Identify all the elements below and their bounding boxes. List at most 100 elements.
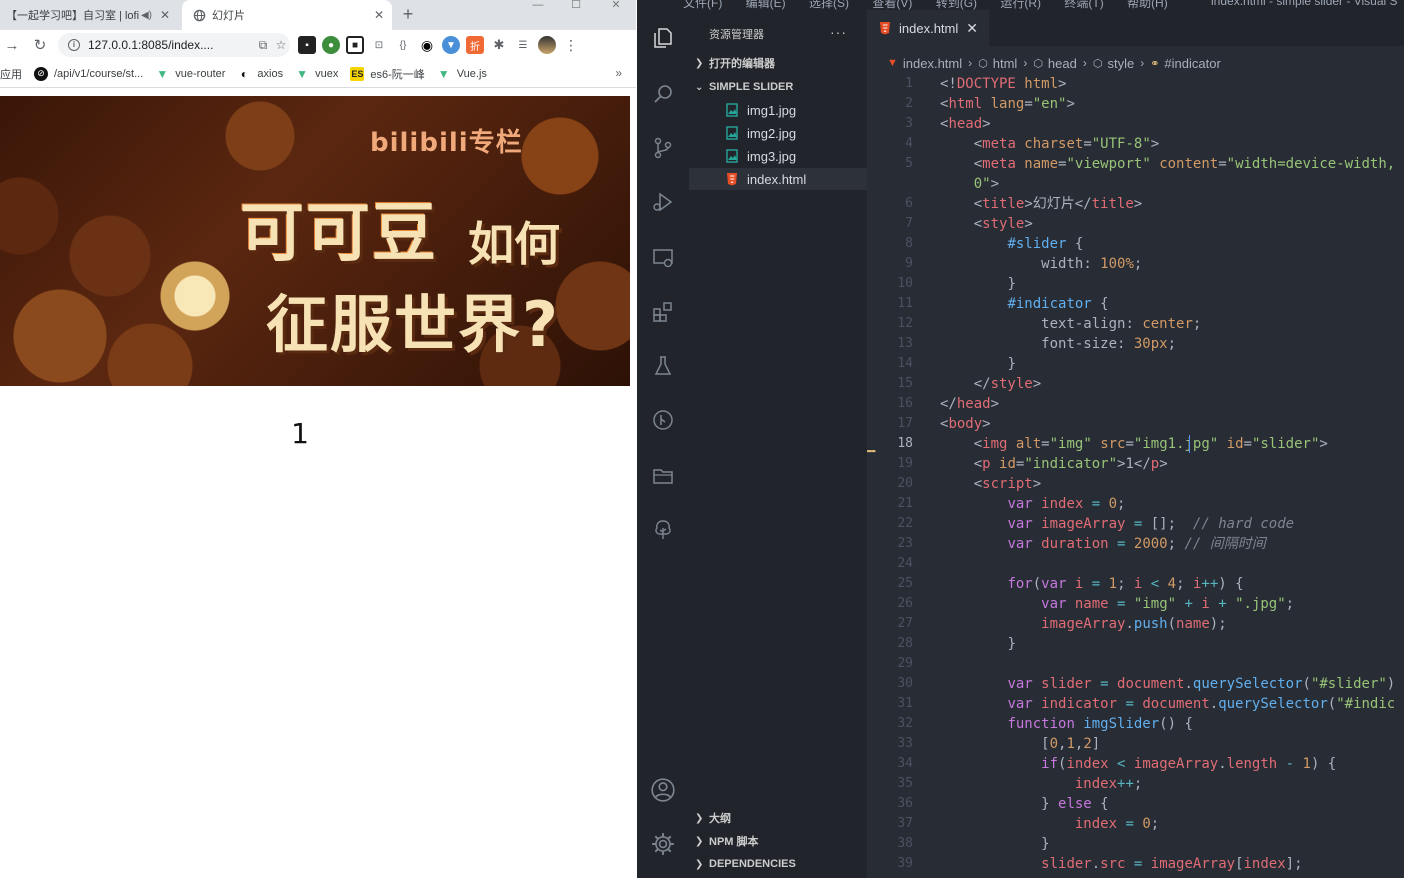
extension-globe-icon[interactable]: ● (322, 36, 340, 54)
code-line[interactable]: 8 #slider { (867, 234, 1404, 254)
code-line[interactable]: 4 <meta charset="UTF-8"> (867, 134, 1404, 154)
reload-icon[interactable]: ↻ (28, 33, 52, 57)
code-line[interactable]: 20 <script> (867, 474, 1404, 494)
code-line[interactable]: 29 (867, 654, 1404, 674)
code-line[interactable]: 39 slider.src = imageArray[index]; (867, 854, 1404, 874)
code-line[interactable]: 2 <html lang="en"> (867, 94, 1404, 114)
window-close-icon[interactable]: ✕ (598, 0, 634, 14)
code-line[interactable]: 28 } (867, 634, 1404, 654)
code-line[interactable]: 3 <head> (867, 114, 1404, 134)
code-line[interactable]: 17 <body> (867, 414, 1404, 434)
dependencies-section[interactable]: ❯ DEPENDENCIES (695, 854, 865, 874)
bookmark-vuejs[interactable]: ▼ Vue.js (437, 67, 487, 81)
code-line[interactable]: 6 <title>幻灯片</title> (867, 194, 1404, 214)
code-line[interactable]: 33 [0,1,2] (867, 734, 1404, 754)
code-line[interactable]: 5 <meta name="viewport" content="width=d… (867, 154, 1404, 174)
new-tab-button[interactable]: + (398, 5, 418, 25)
extension-tampermonkey-icon[interactable]: ▪ (298, 36, 316, 54)
remote-explorer-icon[interactable] (649, 244, 677, 272)
search-icon[interactable] (649, 80, 677, 108)
open-editors-section[interactable]: ❯ 打开的编辑器 (695, 53, 865, 73)
code-line[interactable]: 30 var slider = document.querySelector("… (867, 674, 1404, 694)
code-line[interactable]: 32 function imgSlider() { (867, 714, 1404, 734)
tab-lofi[interactable]: 【一起学习吧】自习室 | lofi ◀) ✕ (0, 0, 178, 30)
menu-go[interactable]: 转到(G) (936, 0, 977, 10)
bookmark-star-icon[interactable]: ☆ (272, 38, 290, 52)
editor-tab-index-html[interactable]: index.html ✕ (867, 10, 989, 46)
menu-selection[interactable]: 选择(S) (809, 0, 849, 10)
extension-circle-icon[interactable]: ◉ (418, 36, 436, 54)
translate-icon[interactable]: ⧉ (254, 38, 272, 53)
bookmark-apps[interactable]: 应用 (0, 66, 22, 82)
code-editor[interactable]: 1 <!DOCTYPE html> 2 <html lang="en"> 3 <head>… (867, 74, 1404, 878)
file-item-img3[interactable]: img3.jpg (689, 145, 867, 167)
run-debug-icon[interactable] (649, 188, 677, 216)
menu-view[interactable]: 查看(V) (872, 0, 912, 10)
tree-icon[interactable] (649, 516, 677, 544)
project-manager-icon[interactable] (649, 462, 677, 490)
code-line[interactable]: 18 <img alt="img" src="img1.jpg" id="sli… (867, 434, 1404, 455)
code-line[interactable]: 14 } (867, 354, 1404, 374)
code-line[interactable]: 34 if(index < imageArray.length - 1) { (867, 754, 1404, 774)
extension-discount-icon[interactable]: 折 (466, 36, 484, 54)
code-line[interactable]: 23 var duration = 2000; // 间隔时间 (867, 534, 1404, 554)
code-line[interactable]: 24 (867, 554, 1404, 574)
code-line[interactable]: 38 } (867, 834, 1404, 854)
breadcrumb-item[interactable]: index.html (903, 56, 962, 71)
code-line[interactable]: 35 index++; (867, 774, 1404, 794)
bookmark-api[interactable]: ⊘ /api/v1/course/st... (34, 66, 143, 81)
account-icon[interactable] (649, 776, 677, 804)
bookmark-es6[interactable]: ES es6-阮一峰 (350, 66, 425, 82)
npm-scripts-section[interactable]: ❯ NPM 脚本 (695, 831, 865, 851)
menu-run[interactable]: 运行(R) (1000, 0, 1041, 10)
bookmark-vue-router[interactable]: ▼ vue-router (155, 67, 225, 81)
code-line[interactable]: 22 var imageArray = []; // hard code (867, 514, 1404, 534)
extension-shield-icon[interactable]: ▼ (442, 36, 460, 54)
code-line[interactable]: 19 <p id="indicator">1</p> (867, 454, 1404, 474)
browser-menu-icon[interactable]: ⋮ (562, 36, 580, 54)
code-line[interactable]: 16 </head> (867, 394, 1404, 414)
code-line[interactable]: 31 var indicator = document.querySelecto… (867, 694, 1404, 714)
close-icon[interactable]: ✕ (370, 6, 388, 24)
code-line[interactable]: 15 </style> (867, 374, 1404, 394)
maximize-icon[interactable]: ☐ (558, 0, 594, 14)
breakpoint-hint-icon[interactable]: ▬▬ (867, 441, 887, 455)
more-actions-icon[interactable]: ··· (830, 24, 847, 40)
profile-avatar[interactable] (538, 36, 556, 54)
code-line[interactable]: 37 index = 0; (867, 814, 1404, 834)
breadcrumb-item[interactable]: head (1048, 56, 1077, 71)
code-line[interactable]: 36 } else { (867, 794, 1404, 814)
extension-square-icon[interactable]: ■ (346, 36, 364, 54)
address-bar[interactable]: i 127.0.0.1:8085/index.... ⧉ ☆ (58, 33, 290, 57)
address-url[interactable]: 127.0.0.1:8085/index.... (88, 38, 254, 52)
explorer-icon[interactable] (649, 24, 677, 52)
code-line[interactable]: 21 var index = 0; (867, 494, 1404, 514)
code-line[interactable]: 9 width: 100%; (867, 254, 1404, 274)
audio-icon[interactable]: ◀) (141, 10, 152, 21)
code-line[interactable]: 0"> (867, 174, 1404, 194)
code-line[interactable]: 27 imageArray.push(name); (867, 614, 1404, 634)
outline-section[interactable]: ❯ 大纲 (695, 808, 865, 828)
menu-edit[interactable]: 编辑(E) (746, 0, 786, 10)
bookmark-axios[interactable]: ◐ axios (237, 67, 283, 81)
code-line[interactable]: 25 for(var i = 1; i < 4; i++) { (867, 574, 1404, 594)
code-line[interactable]: 7 <style> (867, 214, 1404, 234)
code-line[interactable]: 11 #indicator { (867, 294, 1404, 314)
code-line[interactable]: 12 text-align: center; (867, 314, 1404, 334)
breadcrumb-item[interactable]: html (993, 56, 1018, 71)
bookmark-vuex[interactable]: ▼ vuex (295, 67, 338, 81)
extensions-icon[interactable] (649, 298, 677, 326)
breadcrumb-item[interactable]: #indicator (1164, 56, 1220, 71)
code-line[interactable]: 10 } (867, 274, 1404, 294)
code-line[interactable]: 13 font-size: 30px; (867, 334, 1404, 354)
close-icon[interactable]: ✕ (966, 20, 978, 37)
extension-pocket-icon[interactable]: ⊡ (370, 36, 388, 54)
tab-slideshow[interactable]: 幻灯片 ✕ (182, 0, 392, 30)
settings-gear-icon[interactable] (649, 830, 677, 858)
extensions-puzzle-icon[interactable]: ✱ (490, 36, 508, 54)
code-line[interactable]: 26 var name = "img" + i + ".jpg"; (867, 594, 1404, 614)
menu-file[interactable]: 文件(F) (683, 0, 722, 10)
menu-terminal[interactable]: 终端(T) (1064, 0, 1103, 10)
code-line[interactable]: 1 <!DOCTYPE html> (867, 74, 1404, 94)
file-item-img1[interactable]: img1.jpg (689, 99, 867, 121)
